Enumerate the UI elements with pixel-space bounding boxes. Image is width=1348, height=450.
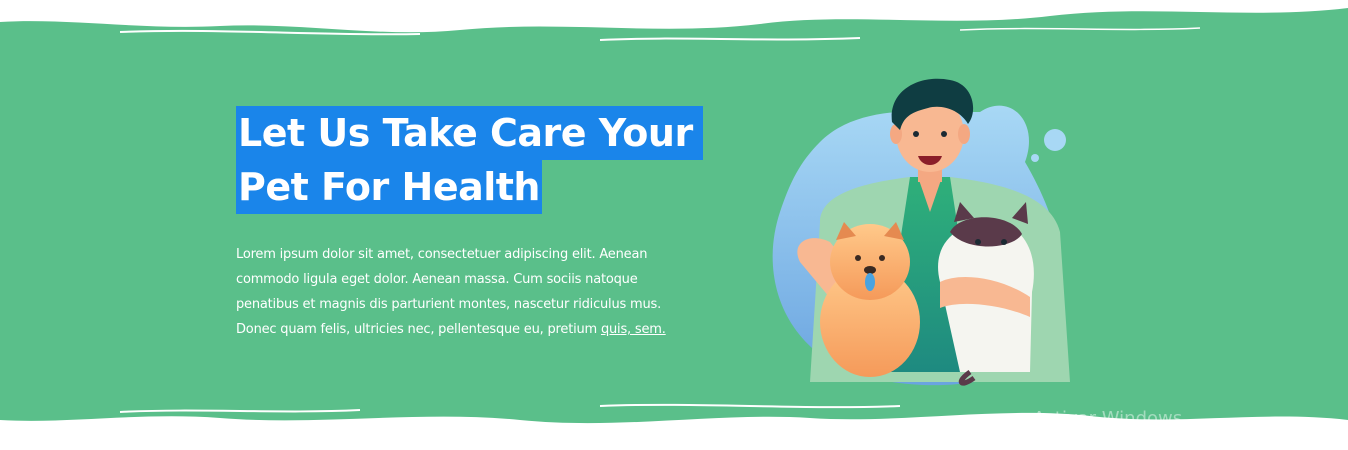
- page-title: Let Us Take Care Your Pet For Health: [236, 106, 703, 214]
- windows-activation-subtitle: Ve a Configuración para activar Windows.: [1033, 432, 1284, 446]
- description-text: Lorem ipsum dolor sit amet, consectetuer…: [236, 247, 662, 337]
- hero-description: Lorem ipsum dolor sit amet, consectetuer…: [236, 242, 676, 342]
- title-line-2: Pet For Health: [236, 160, 542, 214]
- title-line-1: Let Us Take Care Your: [236, 106, 703, 160]
- vet-with-pets-illustration: [772, 78, 1070, 386]
- windows-activation-title: Activar Windows: [1033, 408, 1183, 429]
- top-wave-decoration: [0, 0, 1348, 41]
- description-link[interactable]: quis, sem.: [601, 322, 666, 337]
- hero-section: Let Us Take Care Your Pet For Health Lor…: [0, 0, 1348, 450]
